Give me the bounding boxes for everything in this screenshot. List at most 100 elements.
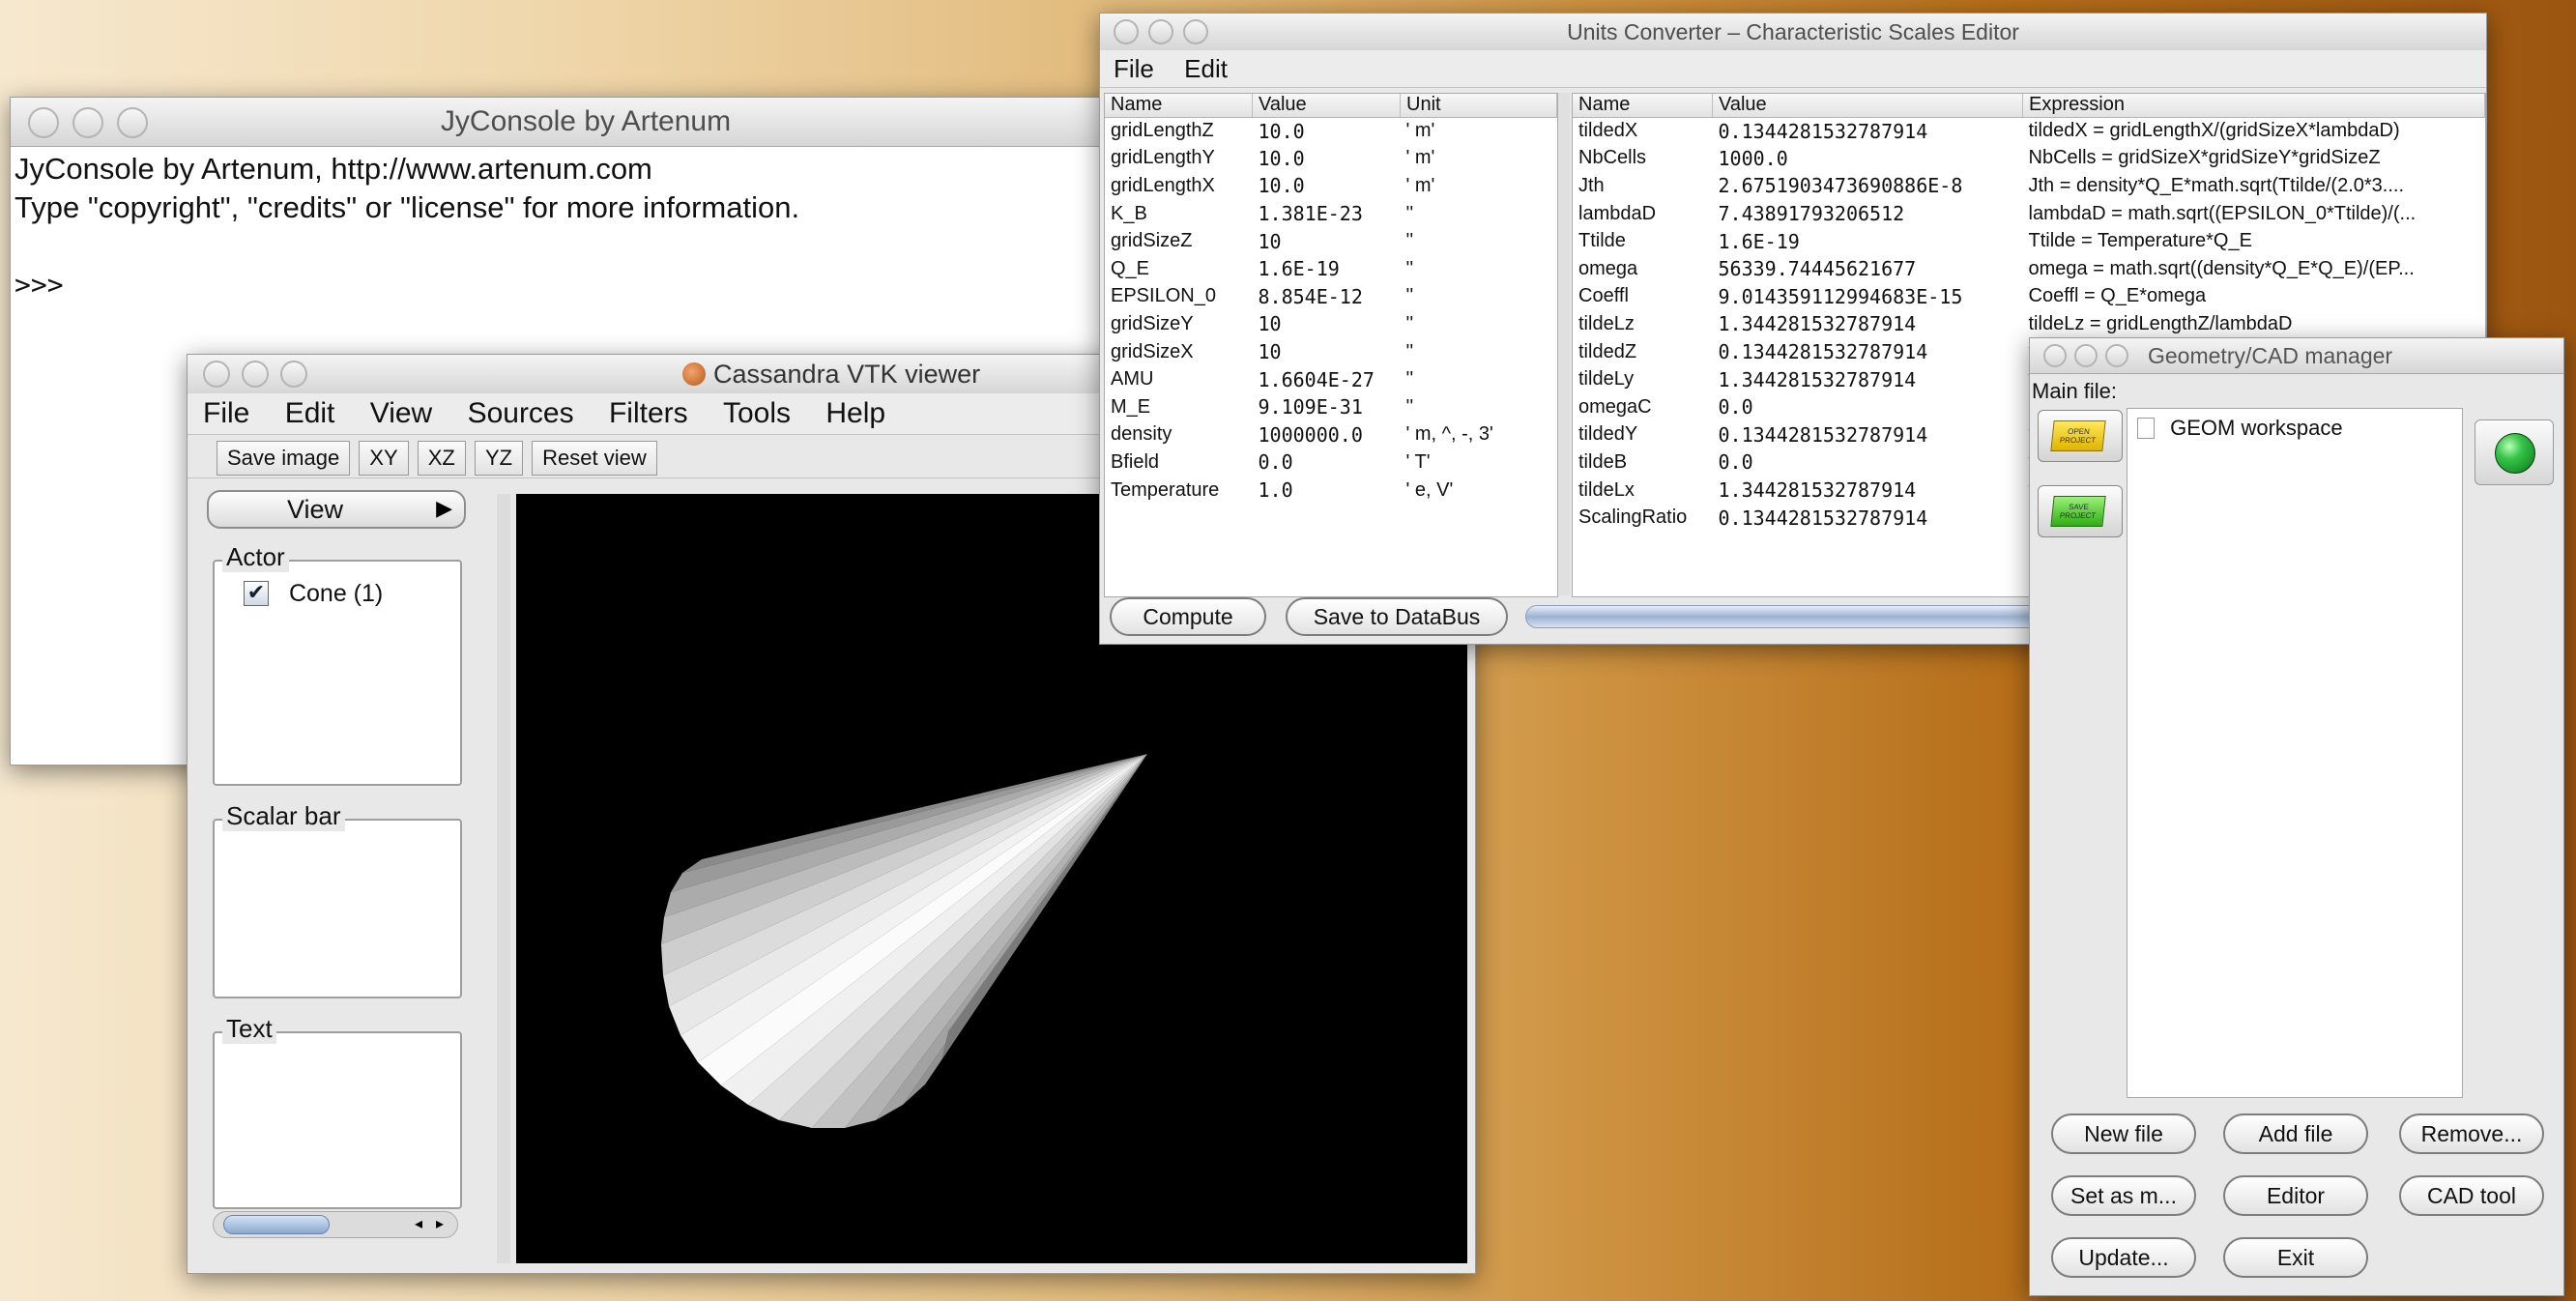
zoom-icon[interactable]	[2105, 344, 2128, 367]
table-cell[interactable]: 0.0	[1253, 448, 1401, 477]
table-cell[interactable]: Jth	[1573, 172, 1713, 200]
add-file-button[interactable]: Add file	[2223, 1113, 2368, 1154]
table-cell[interactable]: ' e, V'	[1401, 477, 1557, 505]
set-as-main-button[interactable]: Set as m...	[2051, 1175, 2196, 1216]
table-cell[interactable]: 10.0	[1253, 172, 1401, 200]
menu-file[interactable]: File	[203, 393, 249, 434]
exit-button[interactable]: Exit	[2223, 1237, 2368, 1278]
table-cell[interactable]: tildeLz = gridLengthZ/lambdaD	[2023, 310, 2485, 338]
minimize-icon[interactable]	[242, 361, 269, 388]
horizontal-scrollbar[interactable]: ◂ ▸	[213, 1211, 458, 1238]
table-cell[interactable]: 1000.0	[1713, 145, 2023, 173]
table-cell[interactable]: tildeLz	[1573, 310, 1713, 338]
actor-list-item[interactable]: ✔ Cone (1)	[244, 579, 383, 608]
table-cell[interactable]: ' m'	[1401, 145, 1557, 173]
xz-view-button[interactable]: XZ	[417, 441, 466, 476]
table-row[interactable]: gridSizeY 10 ''	[1105, 310, 1557, 338]
table-cell[interactable]: tildedZ	[1573, 338, 1713, 366]
table-cell[interactable]: 0.0	[1713, 393, 2023, 421]
status-indicator-button[interactable]	[2475, 419, 2554, 485]
table-cell[interactable]: 9.014359112994683E-15	[1713, 283, 2023, 311]
close-icon[interactable]	[2043, 344, 2067, 367]
menu-edit[interactable]: Edit	[285, 393, 335, 434]
table-cell[interactable]: gridSizeZ	[1105, 227, 1253, 255]
table-cell[interactable]: gridSizeX	[1105, 338, 1253, 366]
table-row[interactable]: tildeLz 1.344281532787914 tildeLz = gridLe…	[1573, 310, 2485, 338]
column-header[interactable]: Value	[1252, 94, 1401, 118]
table-cell[interactable]: 1.344281532787914	[1713, 365, 2023, 393]
column-header[interactable]: Expression	[2022, 94, 2485, 118]
table-row[interactable]: EPSILON_0 8.854E-12 ''	[1105, 283, 1557, 311]
table-cell[interactable]: Coeffl = Q_E*omega	[2023, 283, 2485, 311]
table-cell[interactable]: Temperature	[1105, 477, 1253, 505]
table-cell[interactable]: M_E	[1105, 393, 1253, 421]
menu-view[interactable]: View	[370, 393, 432, 434]
zoom-icon[interactable]	[117, 107, 148, 138]
editor-button[interactable]: Editor	[2223, 1175, 2368, 1216]
table-cell[interactable]: omega = math.sqrt((density*Q_E*Q_E)/(EP.…	[2023, 255, 2485, 283]
table-cell[interactable]: 0.1344281532787914	[1713, 117, 2023, 145]
column-header[interactable]: Name	[1105, 94, 1253, 118]
remove-button[interactable]: Remove...	[2399, 1113, 2544, 1154]
table-cell[interactable]: 10.0	[1253, 145, 1401, 173]
zoom-icon[interactable]	[1183, 19, 1208, 44]
scroll-right-icon[interactable]: ▸	[436, 1214, 444, 1232]
table-cell[interactable]: ''	[1401, 283, 1557, 311]
table-row[interactable]: density 1000000.0 ' m, ^, -, 3'	[1105, 421, 1557, 449]
table-cell[interactable]: ' m'	[1401, 172, 1557, 200]
table-cell[interactable]: 1.344281532787914	[1713, 310, 2023, 338]
table-cell[interactable]: K_B	[1105, 200, 1253, 228]
save-project-button[interactable]: SAVE PROJECT	[2038, 485, 2123, 537]
table-cell[interactable]: 1.6E-19	[1253, 255, 1401, 283]
table-cell[interactable]: 8.854E-12	[1253, 283, 1401, 311]
file-tree[interactable]: GEOM workspace	[2127, 408, 2463, 1098]
table-cell[interactable]: omega	[1573, 255, 1713, 283]
table-row[interactable]: Bfield 0.0 ' T'	[1105, 448, 1557, 477]
open-project-button[interactable]: OPEN PROJECT	[2038, 410, 2123, 462]
table-row[interactable]: gridLengthX 10.0 ' m'	[1105, 172, 1557, 200]
view-selector[interactable]: View ▶	[207, 490, 466, 529]
jyconsole-titlebar[interactable]: JyConsole by Artenum	[11, 98, 1161, 147]
scroll-left-icon[interactable]: ◂	[415, 1214, 422, 1232]
table-cell[interactable]: ''	[1401, 255, 1557, 283]
table-row[interactable]: tildedX 0.1344281532787914 tildedX = gridL…	[1573, 117, 2485, 145]
table-row[interactable]: gridLengthZ 10.0 ' m'	[1105, 117, 1557, 145]
table-cell[interactable]: Jth = density*Q_E*math.sqrt(Ttilde/(2.0*…	[2023, 172, 2485, 200]
table-row[interactable]: Temperature 1.0 ' e, V'	[1105, 477, 1557, 505]
minimize-icon[interactable]	[2074, 344, 2098, 367]
compute-button[interactable]: Compute	[1110, 597, 1266, 636]
geom-titlebar[interactable]: Geometry/CAD manager	[2030, 338, 2563, 374]
table-row[interactable]: AMU 1.6604E-27 ''	[1105, 365, 1557, 393]
table-cell[interactable]: ' T'	[1401, 448, 1557, 477]
table-cell[interactable]: tildedX	[1573, 117, 1713, 145]
table-row[interactable]: NbCells 1000.0 NbCells = gridSizeX*gridSiz…	[1573, 145, 2485, 173]
checkbox-checked-icon[interactable]: ✔	[244, 581, 269, 607]
table-cell[interactable]: 9.109E-31	[1253, 393, 1401, 421]
table-cell[interactable]: ''	[1401, 365, 1557, 393]
table-cell[interactable]: Ttilde = Temperature*Q_E	[2023, 227, 2485, 255]
column-header[interactable]: Name	[1573, 94, 1713, 118]
table-cell[interactable]: gridSizeY	[1105, 310, 1253, 338]
table-cell[interactable]: ' m, ^, -, 3'	[1401, 421, 1557, 449]
table-cell[interactable]: lambdaD	[1573, 200, 1713, 228]
reset-view-button[interactable]: Reset view	[532, 441, 657, 476]
table-cell[interactable]: tildeLy	[1573, 365, 1713, 393]
menu-edit[interactable]: Edit	[1184, 50, 1228, 87]
table-cell[interactable]: Coeffl	[1573, 283, 1713, 311]
table-cell[interactable]: ScalingRatio	[1573, 504, 1713, 532]
table-cell[interactable]: gridLengthZ	[1105, 117, 1253, 145]
close-icon[interactable]	[1114, 19, 1139, 44]
menu-tools[interactable]: Tools	[723, 393, 791, 434]
table-cell[interactable]: 1000000.0	[1253, 421, 1401, 449]
table-cell[interactable]: 1.344281532787914	[1713, 477, 2023, 505]
table-row[interactable]: gridSizeX 10 ''	[1105, 338, 1557, 366]
zoom-icon[interactable]	[280, 361, 307, 388]
table-row[interactable]: K_B 1.381E-23 ''	[1105, 200, 1557, 228]
table-cell[interactable]: omegaC	[1573, 393, 1713, 421]
units-titlebar[interactable]: Units Converter – Characteristic Scales …	[1100, 14, 2486, 51]
table-cell[interactable]: Bfield	[1105, 448, 1253, 477]
table-cell[interactable]: gridLengthX	[1105, 172, 1253, 200]
menu-help[interactable]: Help	[825, 393, 885, 434]
table-cell[interactable]: ''	[1401, 310, 1557, 338]
table-cell[interactable]: 10.0	[1253, 117, 1401, 145]
